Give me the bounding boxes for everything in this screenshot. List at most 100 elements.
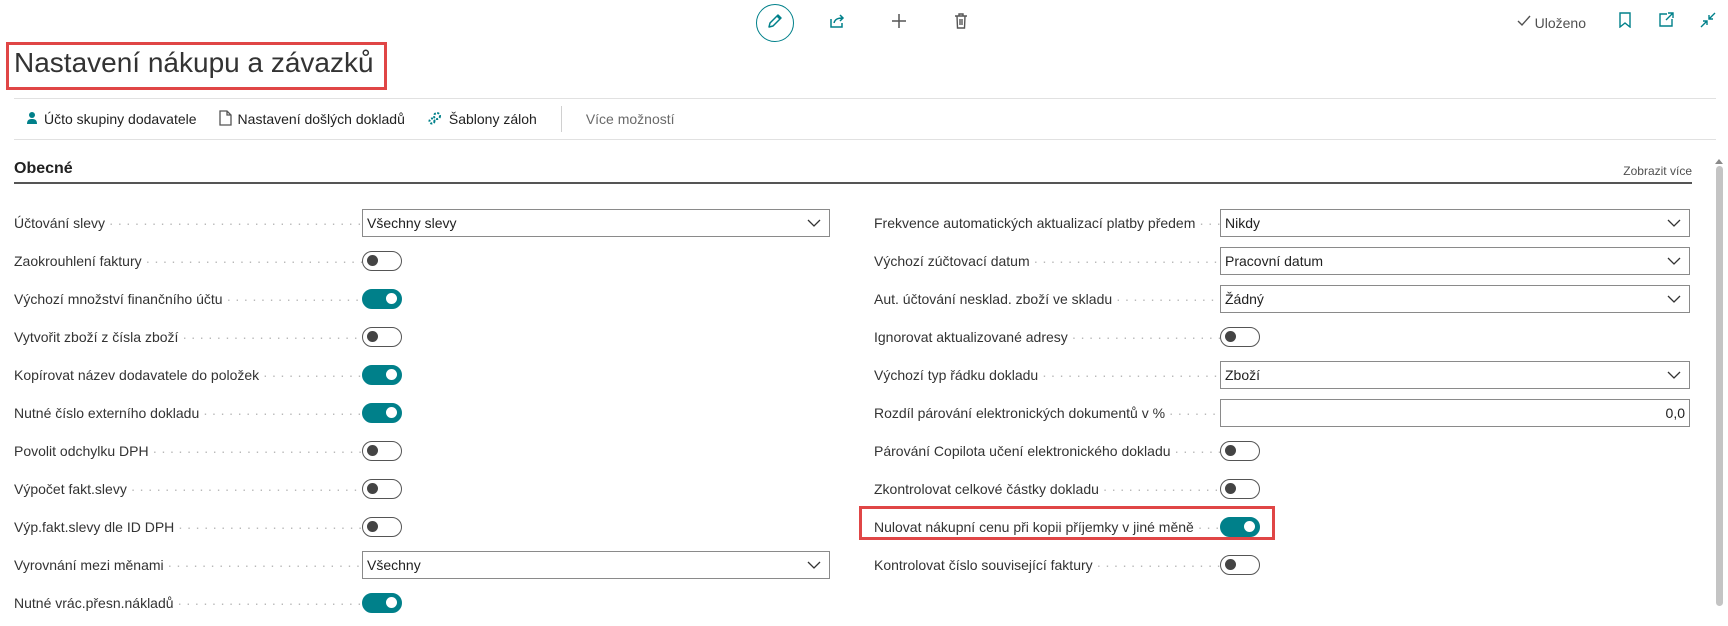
prepayment-templates-action[interactable]: Šablony záloh xyxy=(427,110,537,129)
chevron-down-icon xyxy=(1667,216,1681,233)
more-options-action[interactable]: Více možností xyxy=(586,111,675,127)
field-label: Výchozí množství finančního účtu xyxy=(14,291,362,307)
chevron-down-icon xyxy=(807,216,821,233)
toggle-knob xyxy=(1225,483,1236,494)
copy-vendor-name-toggle[interactable] xyxy=(362,365,402,385)
field-row: Kontrolovat číslo související faktury xyxy=(874,546,1694,584)
open-new-window-icon[interactable] xyxy=(1658,12,1674,33)
invoice-rounding-toggle[interactable] xyxy=(362,251,402,271)
field-label: Výchozí typ řádku dokladu xyxy=(874,367,1220,383)
e-doc-matching-difference-input[interactable]: 0,0 xyxy=(1220,399,1690,427)
person-icon xyxy=(26,111,38,128)
chevron-down-icon xyxy=(1667,254,1681,271)
document-icon xyxy=(218,109,232,129)
default-posting-date-select[interactable]: Pracovní datum xyxy=(1220,247,1690,275)
action-bar: Účto skupiny dodavatele Nastavení došlýc… xyxy=(14,98,1716,140)
select-value: Zboží xyxy=(1225,367,1261,383)
toggle-knob xyxy=(367,445,378,456)
field-label: Zkontrolovat celkové částky dokladu xyxy=(874,481,1220,497)
select-value: Všechny slevy xyxy=(367,215,457,231)
field-label: Výpočet fakt.slevy xyxy=(14,481,362,497)
field-row: Frekvence automatických aktualizací plat… xyxy=(874,204,1694,242)
check-document-totals-toggle[interactable] xyxy=(1220,479,1260,499)
incoming-documents-setup-action[interactable]: Nastavení došlých dokladů xyxy=(218,109,405,129)
toggle-knob xyxy=(1225,559,1236,570)
calc-inv-discount-toggle[interactable] xyxy=(362,479,402,499)
field-row: Výpočet fakt.slevy xyxy=(14,470,854,508)
field-label: Povolit odchylku DPH xyxy=(14,443,362,459)
copilot-e-doc-learning-toggle[interactable] xyxy=(1220,441,1260,461)
field-row: Povolit odchylku DPH xyxy=(14,432,854,470)
field-row: Zaokrouhlení faktury xyxy=(14,242,854,280)
check-related-invoice-no-toggle[interactable] xyxy=(1220,555,1260,575)
gears-icon xyxy=(427,110,443,129)
saved-label: Uloženo xyxy=(1534,14,1586,31)
chevron-down-icon xyxy=(807,558,821,575)
exact-cost-reversing-toggle[interactable] xyxy=(362,593,402,613)
toggle-knob xyxy=(386,293,397,304)
vertical-scrollbar[interactable] xyxy=(1713,152,1725,610)
calc-inv-disc-per-vat-id-toggle[interactable] xyxy=(362,517,402,537)
collapse-icon[interactable] xyxy=(1700,12,1716,33)
select-value: Nikdy xyxy=(1225,215,1261,231)
edit-pencil-icon xyxy=(766,12,784,35)
field-label: Výchozí zúčtovací datum xyxy=(874,253,1220,269)
share-button[interactable] xyxy=(818,4,856,42)
field-row: Zkontrolovat celkové částky dokladu xyxy=(874,470,1694,508)
action-label: Nastavení došlých dokladů xyxy=(237,111,405,127)
section-title[interactable]: Obecné xyxy=(14,160,73,178)
default-gl-quantity-toggle[interactable] xyxy=(362,289,402,309)
delete-trash-icon xyxy=(952,12,970,35)
create-item-from-item-no-toggle[interactable] xyxy=(362,327,402,347)
scrollbar-thumb[interactable] xyxy=(1716,166,1723,606)
action-label: Účto skupiny dodavatele xyxy=(44,111,197,127)
chevron-down-icon xyxy=(1667,292,1681,309)
toggle-knob xyxy=(367,521,378,532)
show-more-link[interactable]: Zobrazit více xyxy=(1623,164,1692,178)
toggle-knob xyxy=(367,255,378,266)
edit-button[interactable] xyxy=(756,4,794,42)
default-line-type-select[interactable]: Zboží xyxy=(1220,361,1690,389)
field-label: Rozdíl párování elektronických dokumentů… xyxy=(874,405,1220,421)
toggle-knob xyxy=(367,483,378,494)
action-label: Šablony záloh xyxy=(448,111,537,127)
input-value: 0,0 xyxy=(1665,405,1685,421)
delete-button[interactable] xyxy=(942,4,980,42)
field-label: Kontrolovat číslo související faktury xyxy=(874,557,1220,573)
auto-post-non-invt-select[interactable]: Žádný xyxy=(1220,285,1690,313)
field-label: Zaokrouhlení faktury xyxy=(14,253,362,269)
allow-vat-difference-toggle[interactable] xyxy=(362,441,402,461)
field-label: Kopírovat název dodavatele do položek xyxy=(14,367,362,383)
share-icon xyxy=(828,12,846,35)
field-label: Účtování slevy xyxy=(14,215,362,231)
toggle-knob xyxy=(386,597,397,608)
appln-between-currencies-select[interactable]: Všechny xyxy=(362,551,830,579)
field-row: Nutné číslo externího dokladu xyxy=(14,394,854,432)
select-value: Žádný xyxy=(1225,291,1264,307)
toggle-knob xyxy=(1225,445,1236,456)
toggle-knob xyxy=(1225,331,1236,342)
toggle-knob xyxy=(386,407,397,418)
field-row: Výchozí zúčtovací datum Pracovní datum xyxy=(874,242,1694,280)
left-field-column: Účtování slevy Všechny slevy Zaokrouhlen… xyxy=(14,204,854,622)
new-button[interactable] xyxy=(880,4,918,42)
field-row: Nutné vrác.přesn.nákladů xyxy=(14,584,854,622)
action-label: Více možností xyxy=(585,111,675,127)
field-row: Účtování slevy Všechny slevy xyxy=(14,204,854,242)
plus-icon xyxy=(890,12,908,35)
select-value: Pracovní datum xyxy=(1225,253,1324,269)
toggle-knob xyxy=(386,369,397,380)
vendor-posting-groups-action[interactable]: Účto skupiny dodavatele xyxy=(26,111,197,128)
bookmark-icon[interactable] xyxy=(1618,12,1632,33)
field-label: Výp.fakt.slevy dle ID DPH xyxy=(14,519,362,535)
section-general-header: Obecné Zobrazit více xyxy=(14,158,1692,184)
field-label: Aut. účtování nesklad. zboží ve skladu xyxy=(874,291,1220,307)
field-label: Vytvořit zboží z čísla zboží xyxy=(14,329,362,345)
field-label: Ignorovat aktualizované adresy xyxy=(874,329,1220,345)
discount-posting-select[interactable]: Všechny slevy xyxy=(362,209,830,237)
field-row: Rozdíl párování elektronických dokumentů… xyxy=(874,394,1694,432)
ignore-updated-addresses-toggle[interactable] xyxy=(1220,327,1260,347)
action-divider xyxy=(560,106,562,132)
ext-doc-no-mandatory-toggle[interactable] xyxy=(362,403,402,423)
prepayment-update-frequency-select[interactable]: Nikdy xyxy=(1220,209,1690,237)
